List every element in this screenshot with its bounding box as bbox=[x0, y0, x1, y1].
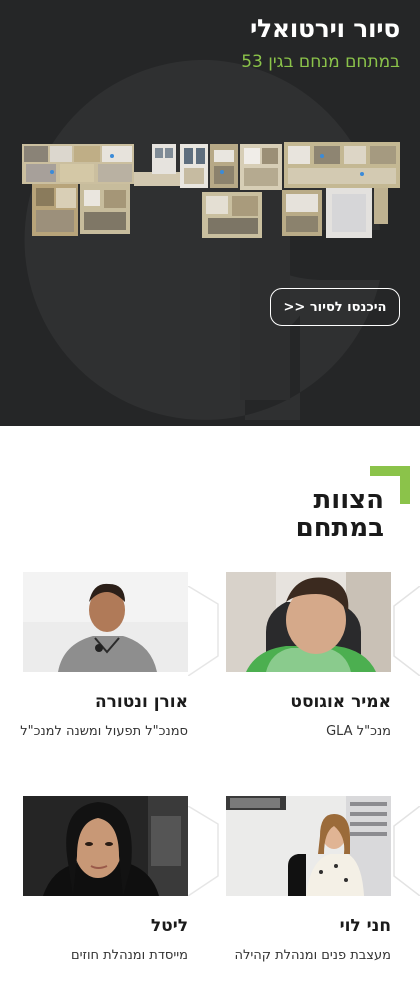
hexagon-decoration-icon bbox=[393, 806, 420, 896]
hexagon-decoration-icon bbox=[188, 586, 219, 676]
member-name: ליטל bbox=[150, 916, 188, 936]
hero-subtitle: במתחם מנחם בגין 53 bbox=[241, 52, 400, 72]
team-member-card[interactable]: אורן ונטורה סמנכ"ל תפעול ומשנה למנכ"ל bbox=[20, 572, 188, 742]
member-photo bbox=[226, 796, 391, 896]
virtual-tour-section: סיור וירטואלי במתחם מנחם בגין 53 היכנסו … bbox=[0, 0, 420, 426]
member-name: חני לוי bbox=[339, 916, 391, 936]
hexagon-decoration-icon bbox=[393, 586, 420, 676]
member-photo bbox=[23, 796, 188, 896]
member-name: אורן ונטורה bbox=[94, 692, 188, 712]
floorplan-3d-image[interactable] bbox=[22, 142, 400, 242]
team-title-line2: במתחם bbox=[295, 513, 384, 543]
team-title-line1: הצוות bbox=[313, 485, 384, 515]
team-title: הצוות במתחם bbox=[296, 486, 384, 542]
member-photo bbox=[226, 572, 391, 672]
member-role: מייסדת ומנהלת חוזים bbox=[70, 948, 188, 963]
hexagon-decoration-icon bbox=[188, 806, 219, 896]
member-name: אמיר אוגוסט bbox=[290, 692, 391, 712]
enter-tour-button[interactable]: היכנסו לסיור << bbox=[270, 288, 400, 326]
hero-title: סיור וירטואלי bbox=[249, 14, 400, 43]
member-role: מנכ"ל GLA bbox=[326, 724, 391, 739]
team-member-card[interactable]: אמיר אוגוסט מנכ"ל GLA bbox=[223, 572, 391, 742]
team-member-card[interactable]: חני לוי מעצבת פנים ומנהלת קהילה bbox=[223, 796, 391, 966]
member-photo bbox=[23, 572, 188, 672]
member-role: סמנכ"ל תפעול ומשנה למנכ"ל bbox=[20, 724, 188, 739]
member-role: מעצבת פנים ומנהלת קהילה bbox=[234, 948, 391, 963]
team-section: הצוות במתחם אמיר אוגוסט מנכ"ל GLA אורן ו… bbox=[0, 426, 420, 1000]
team-member-card[interactable]: ליטל מייסדת ומנהלת חוזים bbox=[20, 796, 188, 966]
